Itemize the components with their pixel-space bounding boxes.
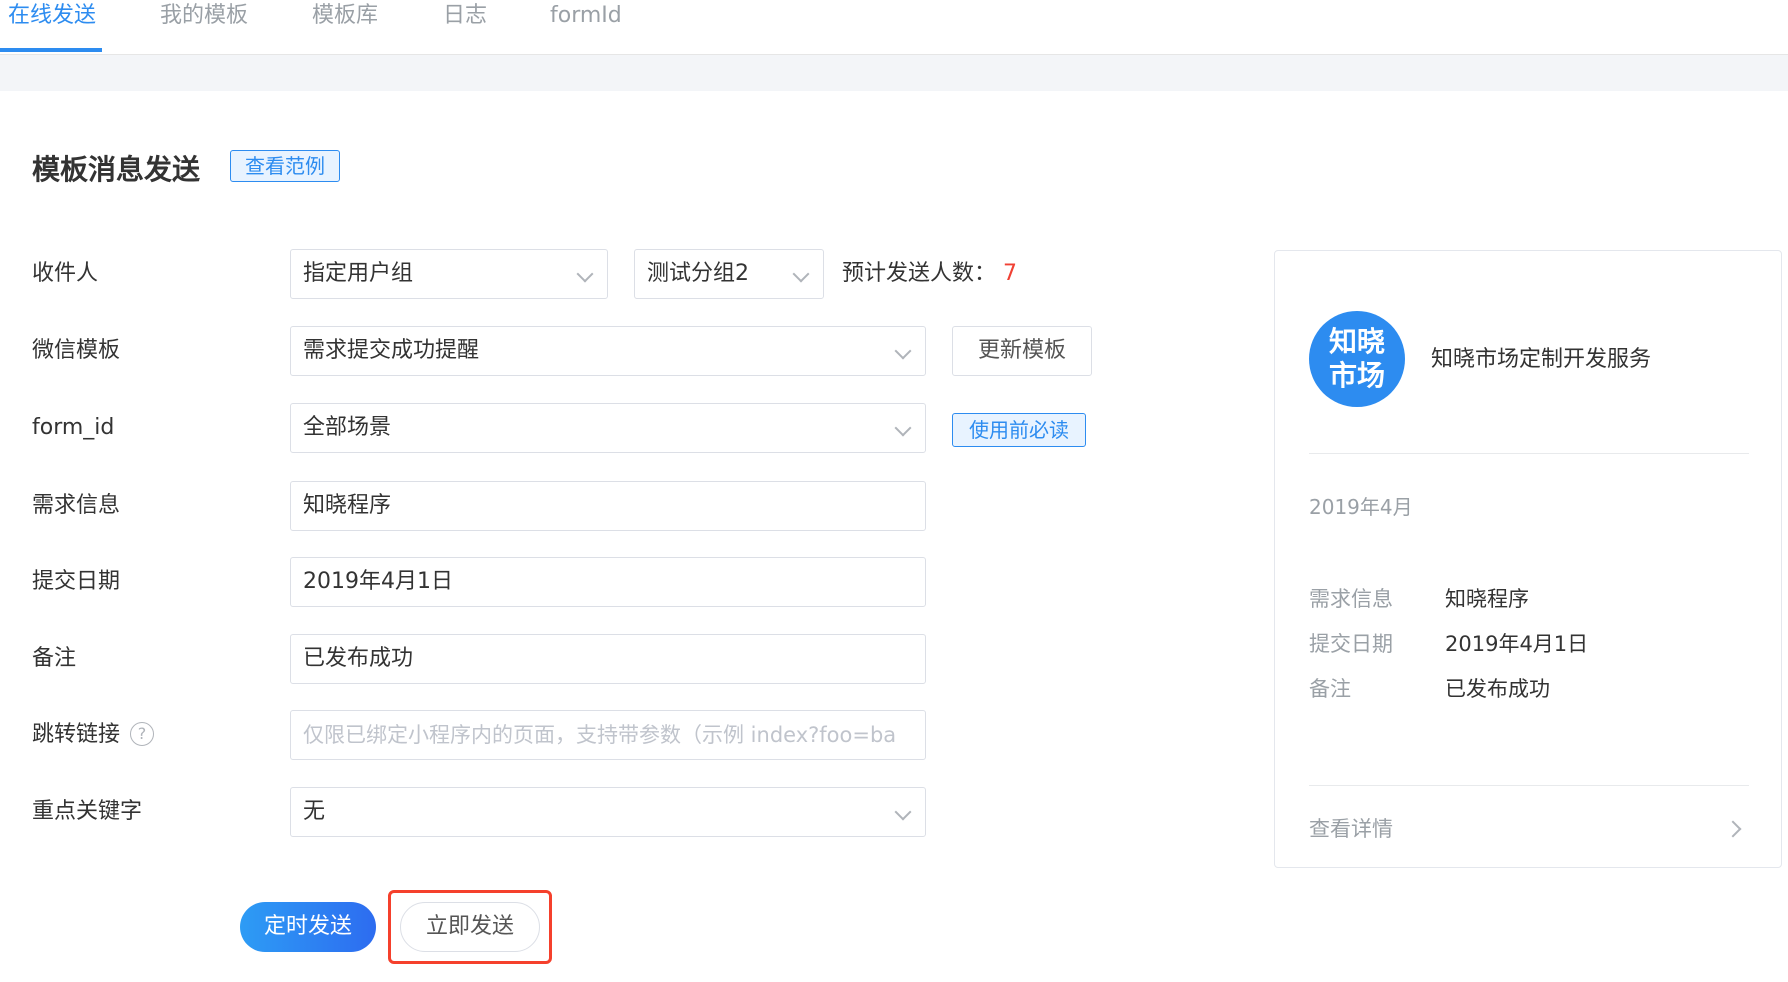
template-select[interactable]: 需求提交成功提醒 — [290, 326, 926, 376]
form-id-label: form_id — [32, 415, 115, 440]
form-id-select[interactable]: 全部场景 — [290, 403, 926, 453]
chevron-down-icon — [792, 265, 810, 283]
preview-value-note: 已发布成功 — [1445, 677, 1550, 701]
header-band — [0, 55, 1788, 91]
user-group-value: 测试分组2 — [647, 261, 749, 286]
must-read-button[interactable]: 使用前必读 — [952, 413, 1086, 447]
keyword-select[interactable]: 无 — [290, 787, 926, 837]
tab-logs[interactable]: 日志 — [443, 0, 487, 32]
link-input[interactable]: 仅限已绑定小程序内的页面，支持带参数（示例 index?foo=ba — [290, 710, 926, 760]
demand-label: 需求信息 — [32, 493, 121, 518]
top-tab-bar: 在线发送 我的模板 模板库 日志 formId — [0, 0, 1788, 55]
estimated-count-label: 预计发送人数： — [842, 261, 997, 286]
link-label: 跳转链接 — [32, 722, 121, 747]
tab-online-send[interactable]: 在线发送 — [8, 0, 96, 32]
brand-logo: 知晓 市场 — [1309, 311, 1405, 407]
keyword-label: 重点关键字 — [32, 799, 143, 824]
chevron-down-icon — [894, 419, 912, 437]
logo-line-2: 市场 — [1328, 359, 1385, 392]
active-tab-indicator — [0, 48, 102, 52]
chevron-right-icon — [1724, 820, 1742, 838]
template-label: 微信模板 — [32, 338, 121, 363]
user-group-select[interactable]: 测试分组2 — [634, 249, 824, 299]
divider — [1309, 453, 1749, 454]
recipient-label: 收件人 — [32, 261, 99, 286]
help-icon[interactable]: ? — [130, 722, 154, 746]
preview-date: 2019年4月 — [1309, 495, 1413, 519]
brand-name: 知晓市场定制开发服务 — [1431, 347, 1652, 372]
preview-value-demand: 知晓程序 — [1445, 587, 1529, 611]
preview-value-date: 2019年4月1日 — [1445, 632, 1589, 656]
preview-key-date: 提交日期 — [1309, 632, 1393, 656]
logo-line-1: 知晓 — [1328, 325, 1385, 358]
page-title: 模板消息发送 — [32, 153, 201, 186]
demand-input[interactable]: 知晓程序 — [290, 481, 926, 531]
recipient-type-value: 指定用户组 — [303, 261, 414, 286]
note-input[interactable]: 已发布成功 — [290, 634, 926, 684]
keyword-value: 无 — [303, 799, 326, 824]
template-value: 需求提交成功提醒 — [303, 338, 480, 363]
preview-key-demand: 需求信息 — [1309, 587, 1393, 611]
view-details-link[interactable]: 查看详情 — [1309, 813, 1393, 843]
preview-key-note: 备注 — [1309, 677, 1351, 701]
tab-formid[interactable]: formId — [550, 0, 622, 32]
date-input[interactable]: 2019年4月1日 — [290, 557, 926, 607]
chevron-down-icon — [576, 265, 594, 283]
estimated-count-value: 7 — [1003, 261, 1017, 286]
chevron-down-icon — [894, 803, 912, 821]
recipient-type-select[interactable]: 指定用户组 — [290, 249, 608, 299]
chevron-down-icon — [894, 342, 912, 360]
note-label: 备注 — [32, 646, 77, 671]
divider — [1309, 785, 1749, 786]
view-example-button[interactable]: 查看范例 — [230, 150, 340, 182]
send-now-button[interactable]: 立即发送 — [400, 902, 540, 952]
date-label: 提交日期 — [32, 569, 121, 594]
tab-my-templates[interactable]: 我的模板 — [160, 0, 248, 32]
scheduled-send-button[interactable]: 定时发送 — [240, 902, 376, 952]
update-template-button[interactable]: 更新模板 — [952, 326, 1092, 376]
tab-template-library[interactable]: 模板库 — [312, 0, 378, 32]
message-preview-card: 知晓 市场 知晓市场定制开发服务 2019年4月 需求信息 知晓程序 提交日期 … — [1274, 250, 1782, 868]
form-id-value: 全部场景 — [303, 415, 392, 440]
